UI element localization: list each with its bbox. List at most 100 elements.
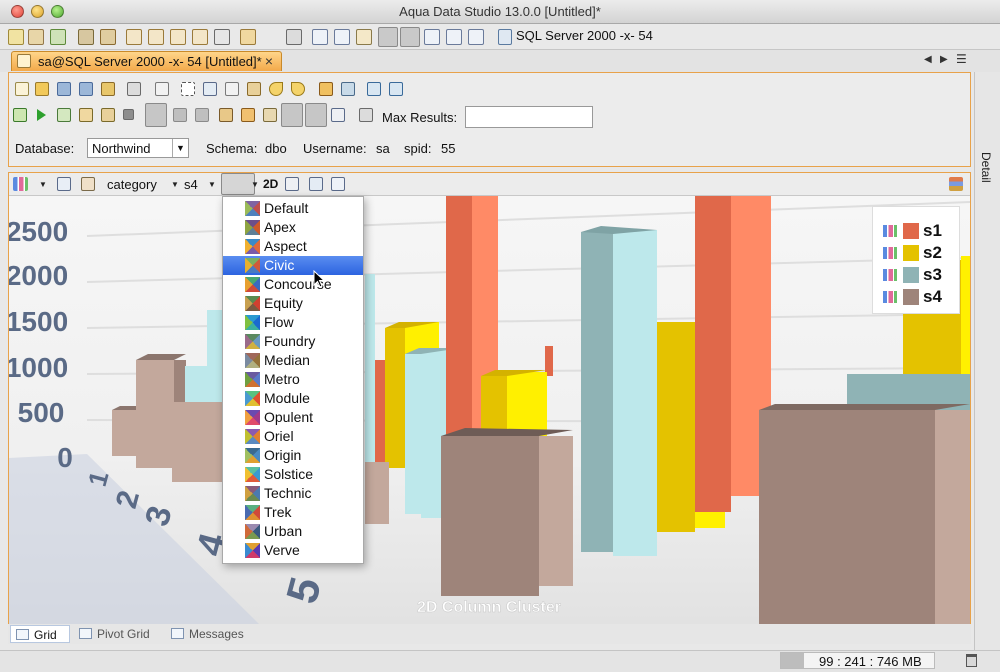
tab-scroll-left-icon[interactable]: ◀ bbox=[924, 54, 932, 65]
schema-script-icon[interactable] bbox=[192, 29, 208, 45]
explain-plan-icon[interactable] bbox=[219, 108, 233, 122]
outline-icon[interactable] bbox=[424, 29, 440, 45]
results-split-icon[interactable] bbox=[305, 103, 327, 127]
results-grid-icon[interactable] bbox=[281, 103, 303, 127]
close-tab-icon[interactable]: × bbox=[265, 53, 273, 69]
chevron-down-icon[interactable]: ▼ bbox=[172, 139, 188, 157]
theme-menu-item-urban[interactable]: Urban bbox=[223, 522, 363, 541]
execute-icon[interactable] bbox=[37, 109, 46, 121]
columns-icon[interactable] bbox=[468, 29, 484, 45]
theme-menu-item-aspect[interactable]: Aspect bbox=[223, 237, 363, 256]
server-connection-label[interactable]: SQL Server 2000 -x- 54 bbox=[516, 28, 653, 43]
chart-properties-icon[interactable] bbox=[57, 177, 71, 191]
query-builder-icon[interactable] bbox=[148, 29, 164, 45]
theme-menu-item-foundry[interactable]: Foundry bbox=[223, 332, 363, 351]
detail-panel-strip[interactable]: Detail bbox=[974, 72, 1000, 650]
theme-menu-item-equity[interactable]: Equity bbox=[223, 294, 363, 313]
theme-menu-item-opulent[interactable]: Opulent bbox=[223, 408, 363, 427]
new-icon[interactable] bbox=[8, 29, 24, 45]
theme-menu-item-technic[interactable]: Technic bbox=[223, 484, 363, 503]
detail-panel-label[interactable]: Detail bbox=[979, 152, 993, 183]
theme-menu-item-concourse[interactable]: Concourse bbox=[223, 275, 363, 294]
theme-menu-item-module[interactable]: Module bbox=[223, 389, 363, 408]
theme-dropdown-icon[interactable]: ▼ bbox=[251, 180, 259, 189]
shell-icon[interactable] bbox=[240, 29, 256, 45]
chart-edit-icon[interactable] bbox=[81, 177, 95, 191]
compare-icon[interactable] bbox=[100, 29, 116, 45]
tab-list-icon[interactable]: ☰ bbox=[956, 52, 967, 66]
close-window-button[interactable] bbox=[11, 5, 24, 18]
cascade-icon[interactable] bbox=[446, 29, 462, 45]
theme-menu-item-default[interactable]: Default bbox=[223, 199, 363, 218]
sort-za-icon[interactable] bbox=[389, 82, 403, 96]
theme-menu-item-apex[interactable]: Apex bbox=[223, 218, 363, 237]
save-icon[interactable] bbox=[57, 82, 71, 96]
commit-icon[interactable] bbox=[173, 108, 187, 122]
chart-type-dropdown-icon[interactable]: ▼ bbox=[39, 180, 47, 189]
paste-icon[interactable] bbox=[247, 82, 261, 96]
trash-icon[interactable] bbox=[966, 654, 977, 667]
window-layout-icon[interactable] bbox=[334, 29, 350, 45]
copy-icon[interactable] bbox=[225, 82, 239, 96]
redo-icon[interactable] bbox=[291, 82, 305, 96]
select-icon[interactable] bbox=[181, 82, 195, 96]
execute-all-icon[interactable] bbox=[13, 108, 27, 122]
tile-layout-icon[interactable] bbox=[356, 29, 372, 45]
grid-layout-icon[interactable] bbox=[312, 29, 328, 45]
mode-2d-button[interactable]: 2D bbox=[263, 177, 278, 191]
cut-icon[interactable] bbox=[203, 82, 217, 96]
printer-icon[interactable] bbox=[286, 29, 302, 45]
theme-menu-item-origin[interactable]: Origin bbox=[223, 446, 363, 465]
save-all-icon[interactable] bbox=[101, 82, 115, 96]
columns-chooser-icon[interactable] bbox=[285, 177, 299, 191]
theme-menu-item-verve[interactable]: Verve bbox=[223, 541, 363, 560]
save-as-icon[interactable] bbox=[79, 82, 93, 96]
server-properties-icon[interactable] bbox=[28, 29, 44, 45]
tab-pivot-grid[interactable]: Pivot Grid bbox=[74, 625, 162, 643]
minimize-window-button[interactable] bbox=[31, 5, 44, 18]
execute-to-file-icon[interactable] bbox=[79, 108, 93, 122]
execute-plan-icon[interactable] bbox=[170, 29, 186, 45]
auto-commit-icon[interactable] bbox=[145, 103, 167, 127]
new-file-icon[interactable] bbox=[15, 82, 29, 96]
tools-icon[interactable] bbox=[78, 29, 94, 45]
er-diagram-icon[interactable] bbox=[214, 29, 230, 45]
series-dropdown-icon[interactable]: ▼ bbox=[208, 180, 216, 189]
category-select[interactable]: category bbox=[107, 177, 157, 192]
category-dropdown-icon[interactable]: ▼ bbox=[171, 180, 179, 189]
theme-menu-item-oriel[interactable]: Oriel bbox=[223, 427, 363, 446]
max-results-input[interactable] bbox=[465, 106, 593, 128]
split-view-icon[interactable] bbox=[400, 27, 420, 47]
sort-az-icon[interactable] bbox=[367, 82, 381, 96]
undo-icon[interactable] bbox=[269, 82, 283, 96]
table-view-icon[interactable] bbox=[309, 177, 323, 191]
query-analyzer-icon[interactable] bbox=[241, 108, 255, 122]
theme-menu-item-civic[interactable]: Civic bbox=[223, 256, 363, 275]
theme-menu-item-median[interactable]: Median bbox=[223, 351, 363, 370]
results-text-icon[interactable] bbox=[331, 108, 345, 122]
execute-to-grid-icon[interactable] bbox=[101, 108, 115, 122]
zoom-window-button[interactable] bbox=[51, 5, 64, 18]
query-tab[interactable]: sa@SQL Server 2000 -x- 54 [Untitled]* × bbox=[11, 51, 282, 71]
theme-menu-item-solstice[interactable]: Solstice bbox=[223, 465, 363, 484]
history-icon[interactable] bbox=[263, 108, 277, 122]
theme-menu-item-flow[interactable]: Flow bbox=[223, 313, 363, 332]
data-labels-icon[interactable] bbox=[331, 177, 345, 191]
rollback-icon[interactable] bbox=[195, 108, 209, 122]
execute-step-icon[interactable] bbox=[57, 108, 71, 122]
tab-scroll-right-icon[interactable]: ▶ bbox=[940, 54, 948, 65]
theme-menu-item-trek[interactable]: Trek bbox=[223, 503, 363, 522]
chart-type-icon[interactable] bbox=[13, 177, 28, 191]
page-setup-icon[interactable] bbox=[155, 82, 169, 96]
format-icon[interactable] bbox=[319, 82, 333, 96]
series-select[interactable]: s4 bbox=[184, 177, 198, 192]
split-grid-icon[interactable] bbox=[378, 27, 398, 47]
chart-options-icon[interactable] bbox=[949, 177, 963, 191]
database-select[interactable]: Northwind ▼ bbox=[87, 138, 189, 158]
register-server-icon[interactable] bbox=[50, 29, 66, 45]
stop-icon[interactable] bbox=[123, 109, 134, 120]
tab-messages[interactable]: Messages bbox=[166, 625, 252, 643]
open-folder-icon[interactable] bbox=[35, 82, 49, 96]
query-window-icon[interactable] bbox=[126, 29, 142, 45]
print-icon[interactable] bbox=[127, 82, 141, 96]
